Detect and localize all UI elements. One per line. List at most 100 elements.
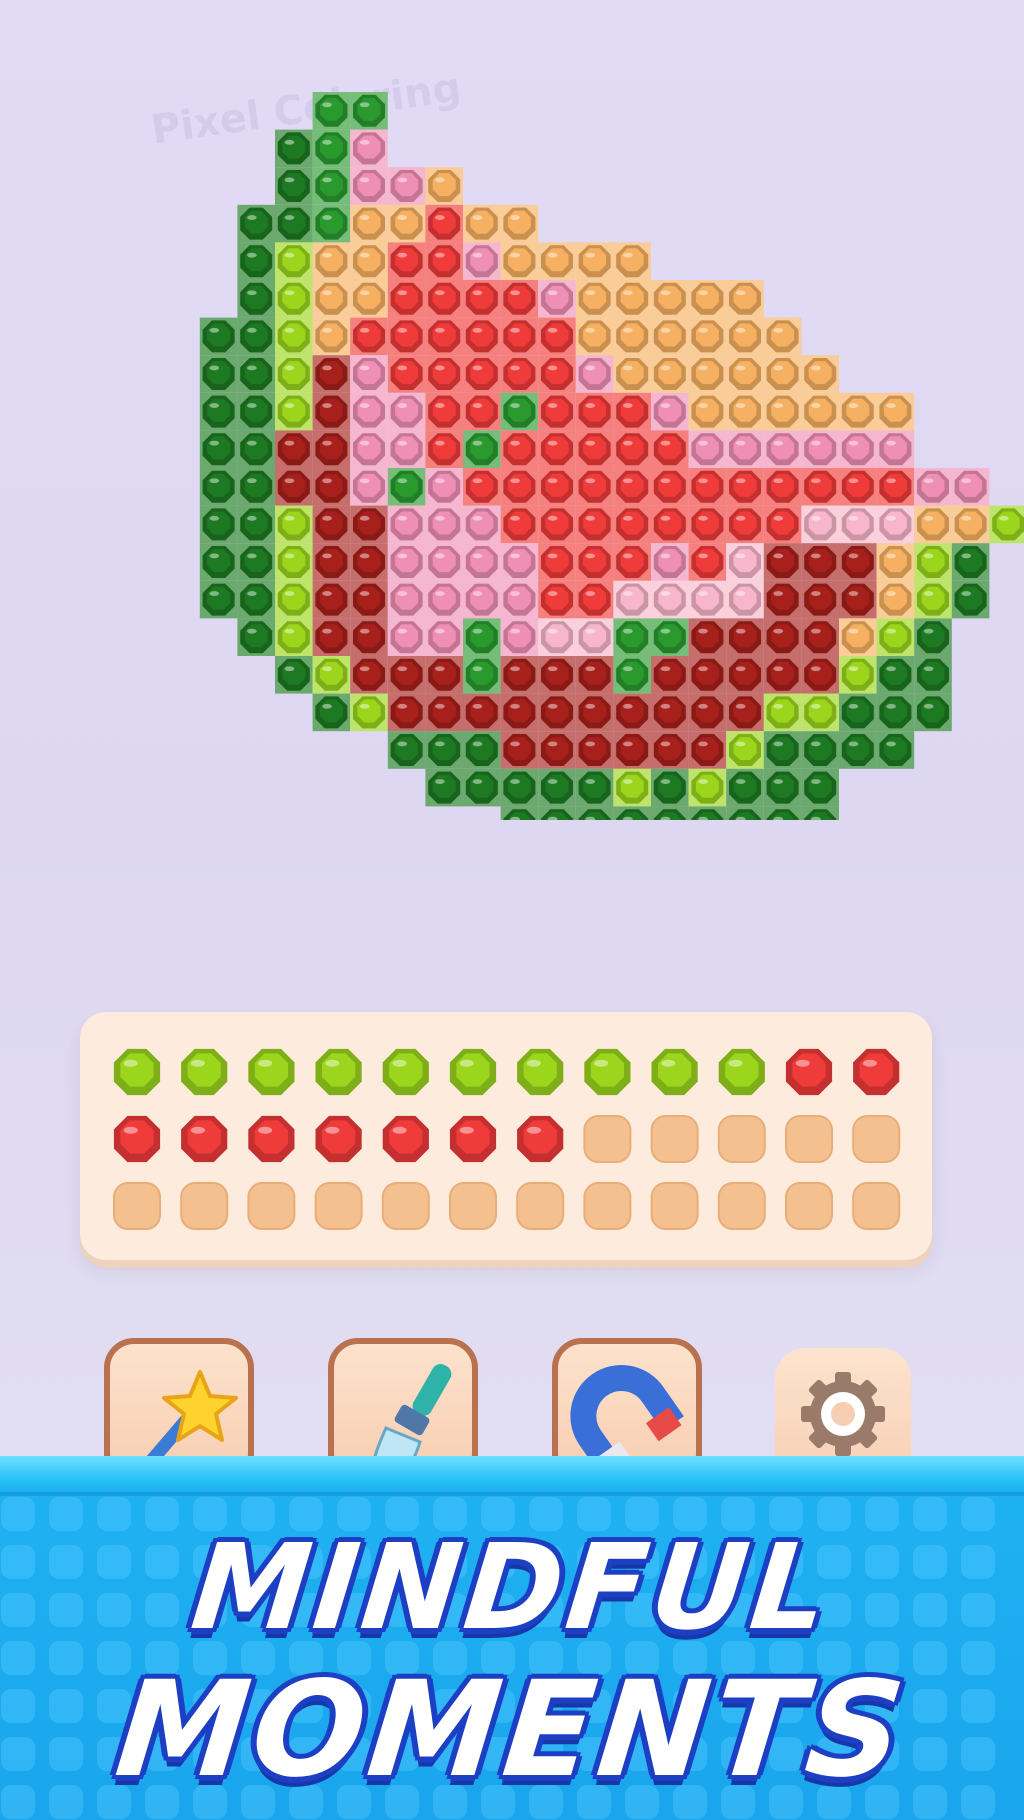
board-gem-dark-green[interactable] [240, 583, 273, 616]
board-gem-pink[interactable] [390, 170, 423, 202]
board-gem-orange[interactable] [804, 358, 837, 390]
board-gem-light-pink[interactable] [616, 583, 649, 616]
board-gem-red[interactable] [541, 358, 573, 390]
board-gem-orange[interactable] [616, 245, 649, 278]
board-gem-dark-green[interactable] [202, 320, 235, 353]
board-gem-dark-green[interactable] [428, 771, 461, 804]
board-gem-orange[interactable] [729, 358, 761, 390]
board-gem-red[interactable] [465, 358, 498, 390]
board-gem-orange[interactable] [879, 395, 912, 428]
board-gem-green[interactable] [315, 170, 348, 202]
board-gem-dark-green[interactable] [240, 395, 273, 428]
board-gem-dark-red[interactable] [691, 658, 724, 691]
board-gem-red[interactable] [616, 546, 649, 578]
board-gem-red[interactable] [390, 245, 423, 278]
board-gem-lime[interactable] [353, 696, 385, 729]
board-gem-lime[interactable] [917, 583, 949, 616]
board-gem-dark-red[interactable] [804, 621, 837, 654]
board-gem-dark-green[interactable] [277, 658, 310, 691]
board-gem-red[interactable] [804, 470, 837, 503]
board-gem-pink[interactable] [390, 546, 423, 578]
board-gem-orange[interactable] [917, 508, 949, 541]
board-gem-orange[interactable] [616, 358, 649, 390]
board-gem-red[interactable] [428, 245, 461, 278]
board-gem-dark-green[interactable] [465, 771, 498, 804]
tray-slot-empty[interactable] [650, 1115, 699, 1163]
board-gem-pink[interactable] [653, 395, 686, 428]
board-gem-red[interactable] [428, 358, 461, 390]
board-gem-red[interactable] [691, 546, 724, 578]
tray-gem-red[interactable] [517, 1115, 564, 1163]
board-gem-pink[interactable] [653, 546, 686, 578]
board-gem-red[interactable] [841, 470, 874, 503]
board-gem-dark-red[interactable] [578, 696, 611, 729]
board-gem-pink[interactable] [503, 546, 536, 578]
tray-gem-red[interactable] [181, 1115, 228, 1163]
board-gem-pink[interactable] [353, 132, 385, 165]
tray-gem-lime[interactable] [718, 1048, 765, 1096]
board-gem-red[interactable] [503, 433, 536, 466]
board-gem-lime[interactable] [277, 358, 310, 390]
board-gem-pink[interactable] [390, 433, 423, 466]
board-gem-dark-red[interactable] [541, 658, 573, 691]
board-gem-dark-red[interactable] [315, 621, 348, 654]
board-gem-light-pink[interactable] [804, 508, 837, 541]
board-gem-lime[interactable] [766, 696, 799, 729]
board-gem-pink[interactable] [578, 358, 611, 390]
board-gem-pink[interactable] [503, 621, 536, 654]
tray-gem-red[interactable] [382, 1115, 429, 1163]
board-gem-lime[interactable] [841, 658, 874, 691]
board-gem-red[interactable] [541, 433, 573, 466]
board-gem-pink[interactable] [954, 470, 987, 503]
board-gem-orange[interactable] [315, 245, 348, 278]
board-gem-red[interactable] [879, 470, 912, 503]
board-gem-dark-green[interactable] [578, 771, 611, 804]
tray-gem-lime[interactable] [382, 1048, 429, 1096]
board-gem-dark-red[interactable] [315, 546, 348, 578]
board-gem-orange[interactable] [691, 358, 724, 390]
board-gem-green[interactable] [616, 658, 649, 691]
board-gem-green[interactable] [315, 132, 348, 165]
board-gem-dark-red[interactable] [841, 546, 874, 578]
board-gem-red[interactable] [353, 320, 385, 353]
board-gem-dark-red[interactable] [315, 358, 348, 390]
board-gem-green[interactable] [390, 470, 423, 503]
board-gem-dark-red[interactable] [841, 583, 874, 616]
tray-gem-lime[interactable] [651, 1048, 698, 1096]
board-gem-orange[interactable] [578, 282, 611, 315]
tray-gem-lime[interactable] [449, 1048, 497, 1096]
board-gem-pink[interactable] [428, 621, 461, 654]
board-gem-dark-green[interactable] [954, 583, 987, 616]
board-gem-lime[interactable] [315, 658, 348, 691]
board-gem-pink[interactable] [465, 583, 498, 616]
board-gem-lime[interactable] [277, 583, 310, 616]
board-gem-orange[interactable] [766, 320, 799, 353]
board-gem-dark-red[interactable] [616, 696, 649, 729]
board-gem-light-pink[interactable] [729, 546, 761, 578]
tray-slot-empty[interactable] [381, 1182, 430, 1230]
board-gem-orange[interactable] [353, 245, 385, 278]
board-gem-dark-green[interactable] [202, 583, 235, 616]
board-gem-red[interactable] [503, 358, 536, 390]
board-gem-pink[interactable] [879, 433, 912, 466]
board-gem-red[interactable] [390, 358, 423, 390]
tray-gem-red[interactable] [449, 1115, 497, 1163]
board-gem-orange[interactable] [353, 207, 385, 240]
board-gem-green[interactable] [653, 621, 686, 654]
board-gem-red[interactable] [390, 320, 423, 353]
tray-gem-red[interactable] [248, 1115, 295, 1163]
tray-slot-empty[interactable] [717, 1115, 766, 1163]
tray-slot-empty[interactable] [852, 1182, 901, 1230]
board-gem-red[interactable] [503, 282, 536, 315]
board-gem-pink[interactable] [353, 358, 385, 390]
board-gem-pink[interactable] [541, 282, 573, 315]
board-gem-dark-red[interactable] [804, 583, 837, 616]
board-gem-red[interactable] [691, 508, 724, 541]
board-gem-orange[interactable] [465, 207, 498, 240]
board-gem-dark-green[interactable] [202, 470, 235, 503]
board-gem-dark-red[interactable] [578, 658, 611, 691]
board-gem-red[interactable] [729, 508, 761, 541]
board-gem-dark-green[interactable] [879, 734, 912, 766]
board-gem-dark-green[interactable] [202, 546, 235, 578]
board-gem-red[interactable] [390, 282, 423, 315]
